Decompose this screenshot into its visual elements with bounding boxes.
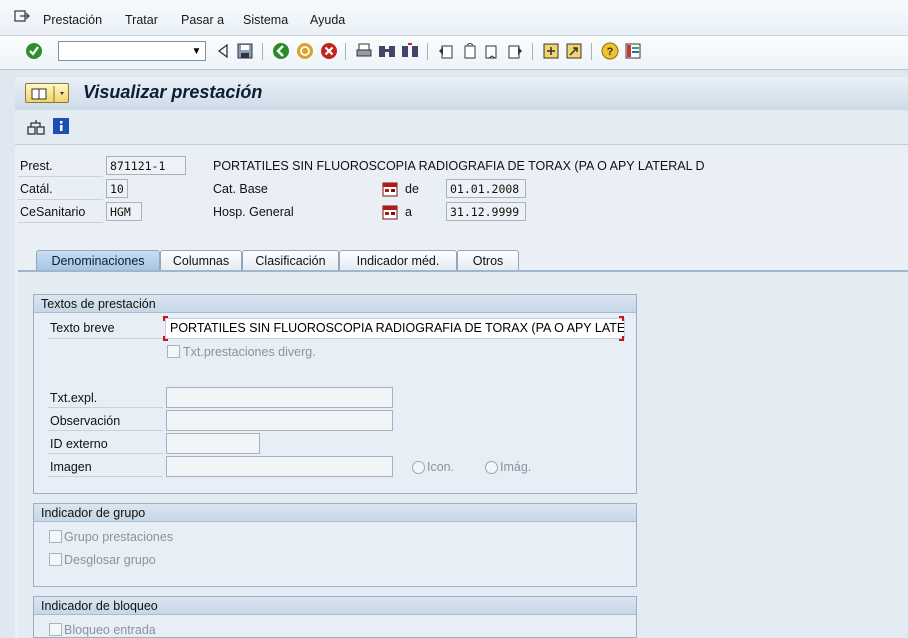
focus-corner <box>163 316 168 321</box>
imag-radio-label: Imág. <box>500 460 532 474</box>
focus-corner <box>163 336 168 341</box>
focus-corner <box>619 316 624 321</box>
help-icon[interactable]: ? <box>601 42 619 60</box>
bloqueo-entrada-label: Bloqueo entrada <box>64 623 156 637</box>
catal-field[interactable]: 10 <box>106 179 128 198</box>
next-page-icon[interactable] <box>483 42 501 60</box>
bloqueo-entrada-checkbox[interactable] <box>49 623 62 636</box>
imagen-field[interactable] <box>166 456 393 477</box>
tab-denominaciones[interactable]: Denominaciones <box>36 250 160 271</box>
svg-text:?: ? <box>607 46 614 58</box>
save-icon[interactable] <box>236 42 254 60</box>
id-externo-label: ID externo <box>50 437 108 451</box>
catal-label: Catál. <box>20 182 53 196</box>
desglosar-grupo-checkbox[interactable] <box>49 553 62 566</box>
id-externo-field[interactable] <box>166 433 260 454</box>
texto-breve-label: Texto breve <box>50 321 115 335</box>
grupo-prestaciones-label: Grupo prestaciones <box>64 530 174 544</box>
info-icon[interactable] <box>53 118 69 134</box>
tab-otros[interactable]: Otros <box>457 250 519 271</box>
prest-label: Prest. <box>20 159 53 173</box>
focus-corner <box>619 336 624 341</box>
txt-expl-label: Txt.expl. <box>50 391 98 405</box>
last-page-icon[interactable] <box>506 42 524 60</box>
texto-breve-field[interactable]: PORTATILES SIN FLUOROSCOPIA RADIOGRAFIA … <box>165 318 625 339</box>
application-toolbar <box>15 110 908 145</box>
menu-prestacion[interactable]: Prestación <box>43 13 102 27</box>
menu-ayuda[interactable]: Ayuda <box>310 13 345 27</box>
cesanitario-description: Hosp. General <box>213 205 294 219</box>
find-next-icon[interactable] <box>401 42 419 60</box>
grupo-group-title: Indicador de grupo <box>34 504 636 522</box>
previous-page-icon[interactable] <box>460 42 478 60</box>
menu-bar: Prestación Tratar Pasar a Sistema Ayuda <box>0 0 908 36</box>
exit-icon[interactable] <box>296 42 314 60</box>
menu-sistema[interactable]: Sistema <box>243 13 288 27</box>
icon-radio-label: Icon. <box>427 460 455 474</box>
prest-field[interactable]: 871121-1 <box>106 156 186 175</box>
screen-menu-button[interactable] <box>25 83 69 103</box>
imagen-label: Imagen <box>50 460 92 474</box>
create-session-icon[interactable] <box>542 42 560 60</box>
calendar-from-icon[interactable] <box>382 181 398 197</box>
grupo-prestaciones-checkbox[interactable] <box>49 530 62 543</box>
other-object-icon[interactable] <box>27 119 45 135</box>
print-icon[interactable] <box>355 42 373 60</box>
txt-expl-field[interactable] <box>166 387 393 408</box>
desglosar-grupo-label: Desglosar grupo <box>64 553 156 567</box>
txt-diverg-label: Txt.prestaciones diverg. <box>183 345 316 359</box>
page-title: Visualizar prestación <box>83 82 263 102</box>
textos-group-title: Textos de prestación <box>34 295 636 313</box>
imag-radio[interactable] <box>485 461 498 474</box>
observacion-label: Observación <box>50 414 121 428</box>
back-icon[interactable] <box>272 42 290 60</box>
cancel-icon[interactable] <box>320 42 338 60</box>
grupo-group: Indicador de grupo <box>33 503 637 587</box>
menu-tratar[interactable]: Tratar <box>125 13 158 27</box>
de-label: de <box>405 182 419 196</box>
tab-indicador-med[interactable]: Indicador méd. <box>339 250 457 271</box>
bloqueo-group-title: Indicador de bloqueo <box>34 597 636 615</box>
standard-toolbar: ▼ ? <box>0 36 908 70</box>
valid-from-field[interactable]: 01.01.2008 <box>446 179 526 198</box>
icon-radio[interactable] <box>412 461 425 474</box>
prest-description: PORTATILES SIN FLUOROSCOPIA RADIOGRAFIA … <box>213 159 705 173</box>
title-bar: Visualizar prestación <box>15 77 908 110</box>
cesanitario-field[interactable]: HGM <box>106 202 142 221</box>
cesanitario-label: CeSanitario <box>20 205 86 219</box>
valid-to-field[interactable]: 31.12.9999 <box>446 202 526 221</box>
tab-clasificacion[interactable]: Clasificación <box>242 250 339 271</box>
command-field[interactable] <box>58 41 206 61</box>
menu-pasar-a[interactable]: Pasar a <box>181 13 224 27</box>
layout-menu-icon[interactable] <box>624 42 642 60</box>
enter-check-icon[interactable] <box>25 42 43 60</box>
observacion-field[interactable] <box>166 410 393 431</box>
first-page-icon[interactable] <box>437 42 455 60</box>
catal-description: Cat. Base <box>213 182 268 196</box>
a-label: a <box>405 205 412 219</box>
back-arrow-icon[interactable] <box>214 42 232 60</box>
find-icon[interactable] <box>378 42 396 60</box>
tab-columnas[interactable]: Columnas <box>160 250 242 271</box>
command-dropdown-icon[interactable]: ▼ <box>187 41 206 61</box>
menu-window-icon[interactable] <box>14 10 30 23</box>
shortcut-icon[interactable] <box>565 42 583 60</box>
txt-diverg-checkbox[interactable] <box>167 345 180 358</box>
calendar-to-icon[interactable] <box>382 204 398 220</box>
